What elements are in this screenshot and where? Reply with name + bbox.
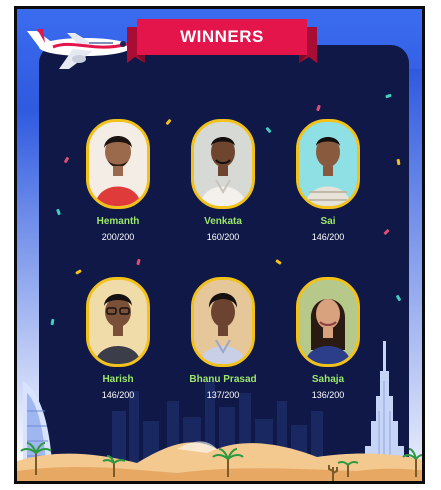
winner-photo bbox=[86, 277, 150, 367]
winner-card: Sahaja 136/200 bbox=[273, 277, 383, 400]
winner-photo bbox=[296, 277, 360, 367]
winner-score: 136/200 bbox=[311, 390, 345, 400]
person-avatar-icon bbox=[89, 280, 147, 364]
winner-score: 146/200 bbox=[311, 232, 345, 242]
winners-banner: WINNERS bbox=[127, 19, 317, 63]
winners-poster: WINNERS Hemanth 200/200 Venkata 160/200 … bbox=[14, 6, 425, 484]
winner-photo bbox=[296, 119, 360, 209]
winner-name: Sahaja bbox=[311, 374, 345, 385]
winner-card: Hemanth 200/200 bbox=[63, 119, 173, 242]
winner-name: Hemanth bbox=[96, 216, 140, 227]
winner-photo bbox=[191, 277, 255, 367]
winner-name: Bhanu Prasad bbox=[189, 374, 257, 385]
winner-name: Venkata bbox=[204, 216, 242, 227]
person-avatar-icon bbox=[89, 122, 147, 206]
winner-score: 146/200 bbox=[101, 390, 135, 400]
winner-card: Harish 146/200 bbox=[63, 277, 173, 400]
winner-card: Sai 146/200 bbox=[273, 119, 383, 242]
person-avatar-icon bbox=[299, 122, 357, 206]
airplane-icon bbox=[27, 29, 131, 69]
winner-score: 200/200 bbox=[101, 232, 135, 242]
winner-card: Venkata 160/200 bbox=[168, 119, 278, 242]
winner-name: Sai bbox=[320, 216, 336, 227]
banner-title: WINNERS bbox=[180, 27, 264, 46]
person-avatar-icon bbox=[299, 280, 357, 364]
winner-photo bbox=[86, 119, 150, 209]
winner-card: Bhanu Prasad 137/200 bbox=[168, 277, 278, 400]
winner-score: 160/200 bbox=[206, 232, 240, 242]
person-avatar-icon bbox=[194, 122, 252, 206]
winner-name: Harish bbox=[102, 374, 134, 385]
person-avatar-icon bbox=[194, 280, 252, 364]
winner-score: 137/200 bbox=[206, 390, 240, 400]
winner-photo bbox=[191, 119, 255, 209]
